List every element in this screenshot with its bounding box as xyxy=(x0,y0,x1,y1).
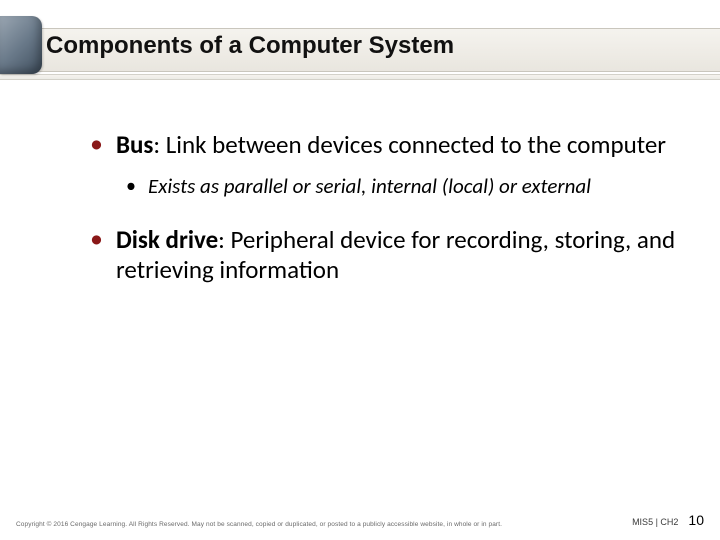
term-bus: Bus xyxy=(116,129,153,160)
bullet-icon: • xyxy=(90,130,103,156)
copyright-text: Copyright © 2016 Cengage Learning. All R… xyxy=(16,521,502,528)
footer: Copyright © 2016 Cengage Learning. All R… xyxy=(0,512,720,528)
bullet-icon: • xyxy=(126,174,136,198)
slide-title: Components of a Computer System xyxy=(46,32,454,60)
bullet-level1: • Bus: Link between devices connected to… xyxy=(90,130,680,160)
bullet-level2: • Exists as parallel or serial, internal… xyxy=(126,174,680,200)
text-bus-sub: Exists as parallel or serial, internal (… xyxy=(148,173,591,199)
chapter-label: MIS5 | CH2 xyxy=(632,517,678,527)
content-area: • Bus: Link between devices connected to… xyxy=(90,118,680,284)
bullet-level1: • Disk drive: Peripheral device for reco… xyxy=(90,225,680,284)
page-number: 10 xyxy=(688,512,704,528)
footer-right: MIS5 | CH2 10 xyxy=(632,512,704,528)
title-bar-underline xyxy=(0,74,720,80)
bullet-icon: • xyxy=(90,225,103,251)
text-bus: : Link between devices connected to the … xyxy=(153,129,666,160)
corner-tab-icon xyxy=(0,16,42,74)
title-bar: Components of a Computer System xyxy=(0,14,720,76)
slide: Components of a Computer System • Bus: L… xyxy=(0,0,720,540)
term-disk-drive: Disk drive xyxy=(116,224,218,255)
